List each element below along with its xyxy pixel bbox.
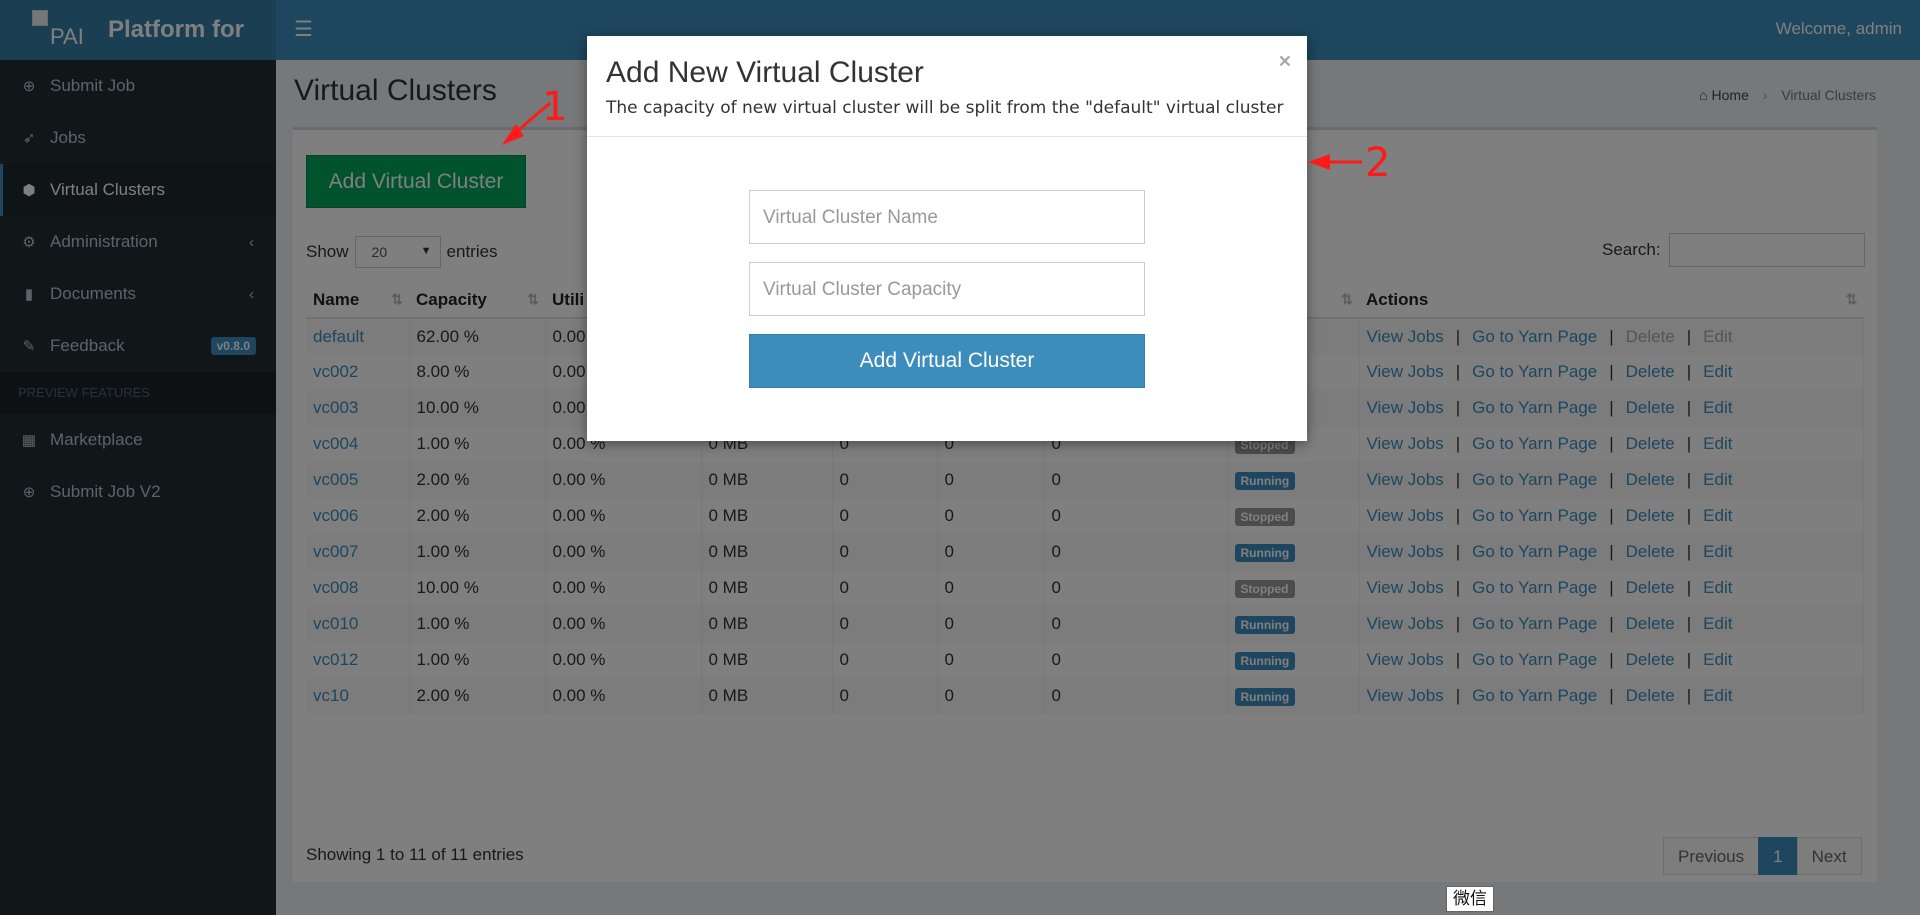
modal-header: Add New Virtual Cluster The capacity of … [587, 36, 1307, 137]
input-placeholder: Virtual Cluster Capacity [763, 279, 962, 300]
add-virtual-cluster-modal: Add New Virtual Cluster The capacity of … [587, 36, 1307, 441]
virtual-cluster-name-input[interactable]: Virtual Cluster Name [749, 190, 1145, 244]
close-icon[interactable]: × [1279, 50, 1291, 74]
modal-subtitle: The capacity of new virtual cluster will… [606, 98, 1284, 118]
wechat-tooltip: 微信 [1446, 886, 1494, 912]
annotation-label-2: 2 [1365, 140, 1391, 186]
modal-title: Add New Virtual Cluster [606, 56, 924, 89]
annotation-label-1: 1 [542, 84, 568, 130]
input-placeholder: Virtual Cluster Name [763, 207, 938, 228]
modal-add-virtual-cluster-button[interactable]: Add Virtual Cluster [749, 334, 1145, 388]
virtual-cluster-capacity-input[interactable]: Virtual Cluster Capacity [749, 262, 1145, 316]
